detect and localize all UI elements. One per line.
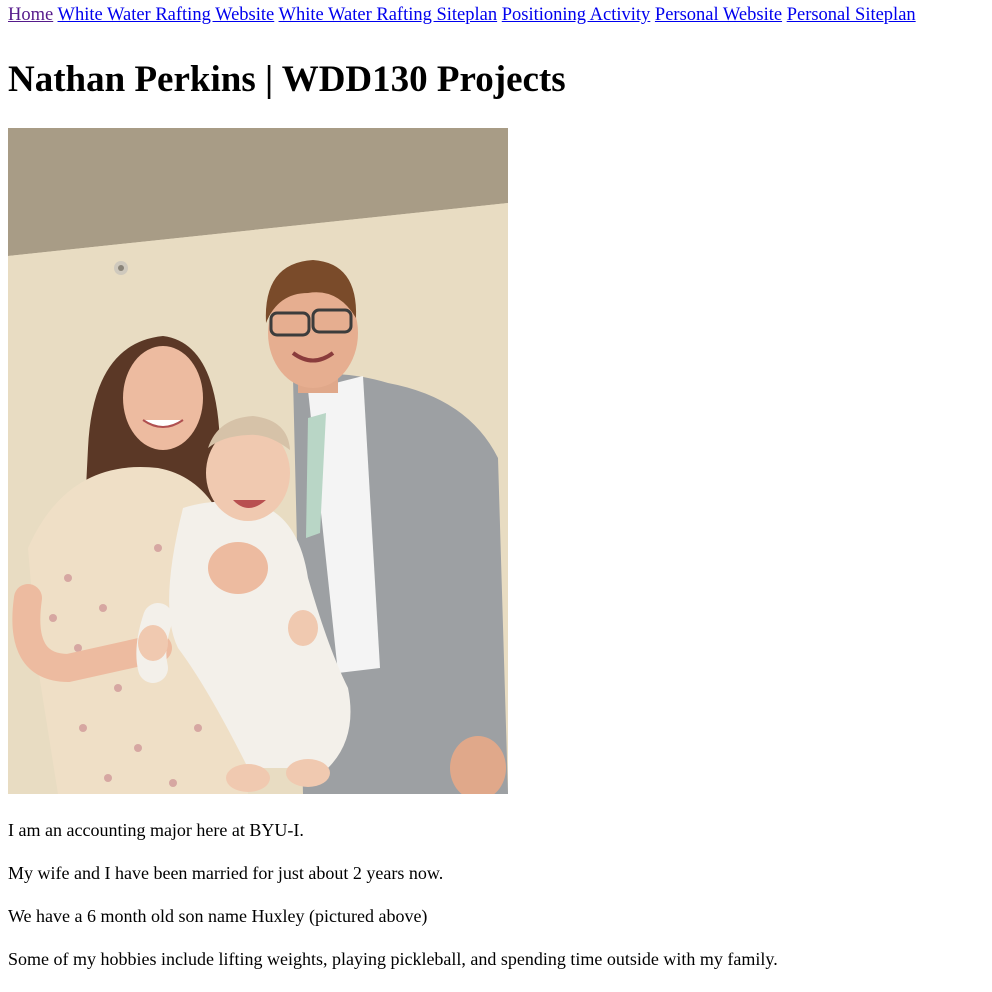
paragraph-marriage: My wife and I have been married for just… (8, 863, 444, 883)
nav-link-white-water-rafting-siteplan[interactable]: White Water Rafting Siteplan (279, 5, 498, 25)
nav-link-positioning-activity[interactable]: Positioning Activity (502, 5, 651, 25)
nav-link-personal-siteplan[interactable]: Personal Siteplan (787, 5, 916, 25)
paragraph-son: We have a 6 month old son name Huxley (p… (8, 906, 428, 926)
nav-link-white-water-rafting-website[interactable]: White Water Rafting Website (58, 5, 275, 25)
nav-link-home[interactable]: Home (8, 5, 53, 25)
page-title: Nathan Perkins | WDD130 Projects (8, 59, 566, 100)
nav-link-personal-website[interactable]: Personal Website (655, 5, 782, 25)
top-nav: Home White Water Rafting Website White W… (8, 0, 984, 30)
family-photo (8, 128, 508, 794)
paragraph-major: I am an accounting major here at BYU-I. (8, 820, 304, 840)
page: Home White Water Rafting Website White W… (0, 0, 992, 970)
paragraph-hobbies: Some of my hobbies include lifting weigh… (8, 949, 778, 969)
